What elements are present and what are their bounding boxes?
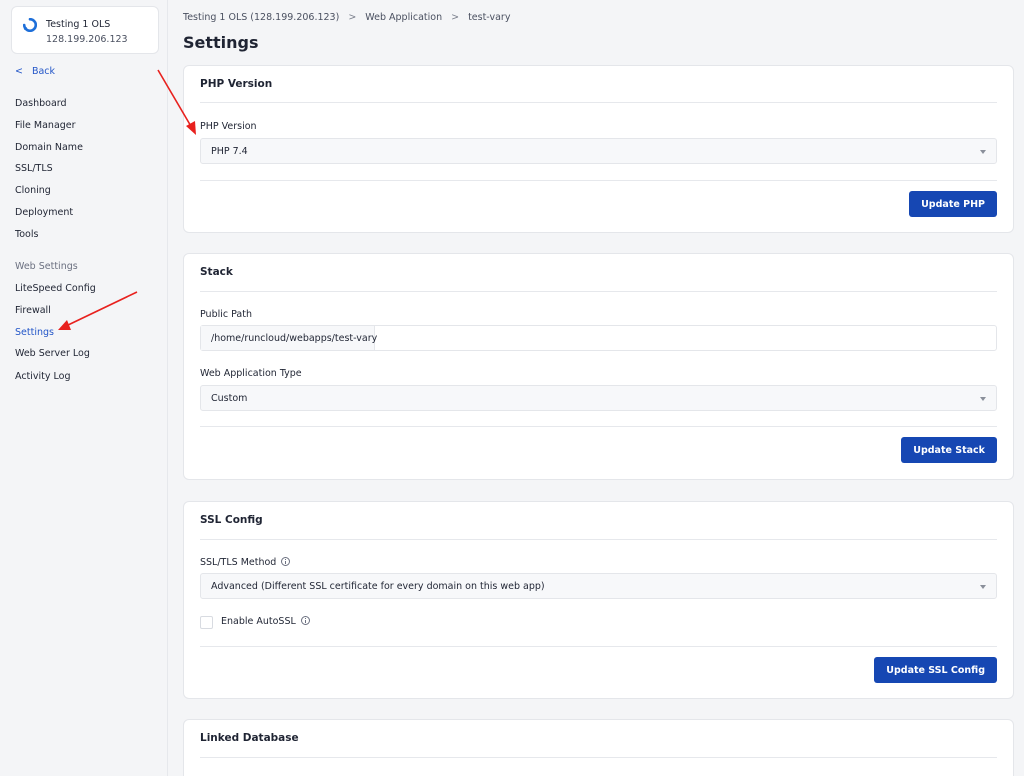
caret-down-icon: [980, 150, 986, 154]
ssl-card-title: SSL Config: [200, 514, 263, 526]
divider: [200, 102, 997, 103]
page-title: Settings: [183, 33, 259, 52]
divider: [200, 291, 997, 292]
sidebar-item-web-server-log[interactable]: Web Server Log: [15, 348, 90, 359]
info-icon[interactable]: [300, 616, 310, 625]
enable-autossl-checkbox[interactable]: [200, 616, 213, 629]
breadcrumb: Testing 1 OLS (128.199.206.123) > Web Appl…: [183, 12, 510, 23]
breadcrumb-web-application[interactable]: Web Application: [365, 12, 442, 23]
sidebar-item-firewall[interactable]: Firewall: [15, 305, 51, 316]
chevron-left-icon: <: [15, 66, 23, 77]
back-link[interactable]: < Back: [15, 66, 55, 77]
divider: [200, 539, 997, 540]
breadcrumb-app[interactable]: test-vary: [468, 12, 510, 23]
public-path-label: Public Path: [200, 309, 253, 320]
enable-autossl-label[interactable]: Enable AutoSSL: [221, 616, 310, 627]
sidebar-item-activity-log[interactable]: Activity Log: [15, 371, 71, 382]
app-type-label: Web Application Type: [200, 368, 302, 379]
stack-card-title: Stack: [200, 266, 233, 278]
update-ssl-config-button[interactable]: Update SSL Config: [874, 657, 997, 683]
chevron-right-icon: >: [348, 12, 357, 23]
ssl-method-select[interactable]: Advanced (Different SSL certificate for …: [200, 573, 997, 599]
app-type-value: Custom: [211, 393, 248, 404]
sidebar-item-tools[interactable]: Tools: [15, 229, 38, 240]
caret-down-icon: [980, 397, 986, 401]
ssl-method-value: Advanced (Different SSL certificate for …: [211, 581, 545, 592]
db-card-title: Linked Database: [200, 732, 299, 744]
update-php-button[interactable]: Update PHP: [909, 191, 997, 217]
public-path-input[interactable]: [376, 326, 996, 350]
update-stack-button[interactable]: Update Stack: [901, 437, 997, 463]
php-version-card: PHP Version PHP Version PHP 7.4 Update P…: [183, 65, 1014, 233]
divider: [200, 757, 997, 758]
divider: [200, 426, 997, 427]
server-card[interactable]: Testing 1 OLS 128.199.206.123: [11, 6, 159, 54]
php-card-title: PHP Version: [200, 78, 273, 90]
sidebar-item-litespeed-config[interactable]: LiteSpeed Config: [15, 283, 96, 294]
ssl-config-card: SSL Config SSL/TLS Method Advanced (Diff…: [183, 501, 1014, 699]
sidebar-item-domain-name[interactable]: Domain Name: [15, 142, 83, 153]
enable-autossl-label-text: Enable AutoSSL: [221, 616, 296, 627]
ssl-method-label-text: SSL/TLS Method: [200, 557, 277, 568]
chevron-right-icon: >: [451, 12, 460, 23]
sidebar-item-settings[interactable]: Settings: [15, 327, 54, 338]
sidebar-item-ssl-tls[interactable]: SSL/TLS: [15, 163, 53, 174]
back-label: Back: [31, 66, 56, 77]
sidebar-item-file-manager[interactable]: File Manager: [15, 120, 76, 131]
sidebar-item-deployment[interactable]: Deployment: [15, 207, 73, 218]
php-version-value: PHP 7.4: [211, 146, 248, 157]
divider: [200, 646, 997, 647]
linked-database-card: Linked Database: [183, 719, 1014, 776]
server-ip: 128.199.206.123: [46, 34, 128, 45]
info-icon[interactable]: [281, 557, 291, 566]
ssl-method-label: SSL/TLS Method: [200, 557, 291, 568]
main-content: Testing 1 OLS (128.199.206.123) > Web Appl…: [168, 0, 1024, 776]
stack-card: Stack Public Path /home/runcloud/webapps…: [183, 253, 1014, 480]
server-name: Testing 1 OLS: [46, 19, 111, 30]
sidebar-item-cloning[interactable]: Cloning: [15, 185, 51, 196]
sidebar-item-dashboard[interactable]: Dashboard: [15, 98, 67, 109]
caret-down-icon: [980, 585, 986, 589]
runcloud-logo-icon: [23, 18, 37, 32]
php-version-label: PHP Version: [200, 121, 257, 132]
public-path-input-group: /home/runcloud/webapps/test-vary: [200, 325, 997, 351]
breadcrumb-server[interactable]: Testing 1 OLS (128.199.206.123): [183, 12, 339, 23]
php-version-select[interactable]: PHP 7.4: [200, 138, 997, 164]
public-path-prefix: /home/runcloud/webapps/test-vary: [201, 326, 377, 350]
app-type-select[interactable]: Custom: [200, 385, 997, 411]
sidebar-section-web-settings: Web Settings: [15, 261, 78, 272]
divider: [200, 180, 997, 181]
sidebar: Testing 1 OLS 128.199.206.123 < Back Dash…: [0, 0, 168, 776]
